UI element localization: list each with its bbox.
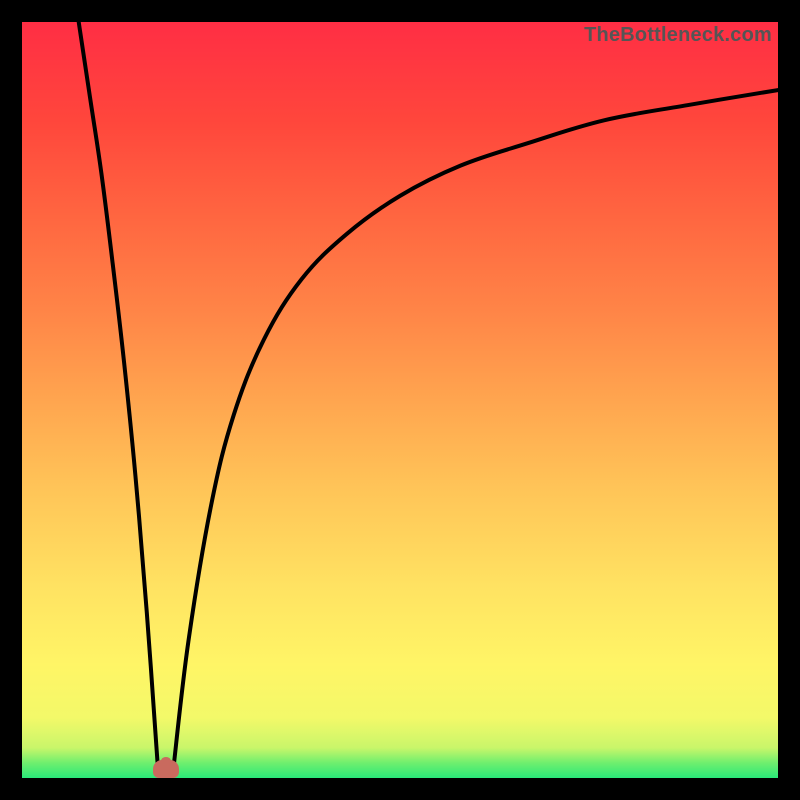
minimum-marker <box>153 760 179 778</box>
chart-plot-area: TheBottleneck.com <box>22 22 778 778</box>
bottleneck-curve <box>22 22 778 778</box>
